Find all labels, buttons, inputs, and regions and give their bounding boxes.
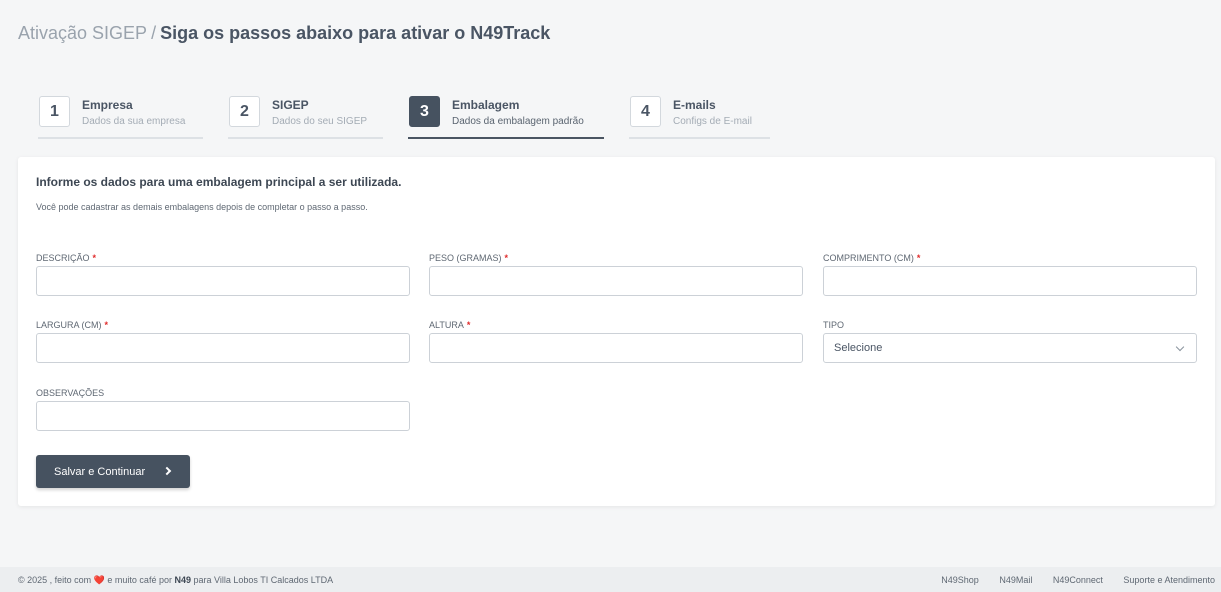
step-subtitle: Configs de E-mail [673, 116, 752, 127]
form-heading: Informe os dados para uma embalagem prin… [36, 175, 402, 189]
step-emails[interactable]: 4 E-mails Configs de E-mail [629, 96, 770, 139]
footer-links: N49Shop N49Mail N49Connect Suporte e Ate… [923, 575, 1215, 585]
step-subtitle: Dados da sua empresa [82, 116, 186, 127]
step-subtitle: Dados da embalagem padrão [452, 116, 584, 127]
descricao-input[interactable] [36, 266, 410, 296]
required-mark: * [466, 320, 471, 330]
save-continue-label: Salvar e Continuar [54, 465, 146, 478]
packaging-form-card: Informe os dados para uma embalagem prin… [18, 157, 1215, 506]
tipo-field-group: TIPO Selecione [823, 320, 1197, 363]
comprimento-label: COMPRIMENTO (CM) * [823, 253, 921, 263]
altura-label: ALTURA * [429, 320, 471, 330]
altura-field-group: ALTURA * [429, 320, 803, 363]
footer-link-n49mail[interactable]: N49Mail [999, 575, 1032, 585]
save-continue-button[interactable]: Salvar e Continuar [36, 455, 190, 488]
observacoes-label: OBSERVAÇÕES [36, 388, 105, 398]
comprimento-input[interactable] [823, 266, 1197, 296]
altura-input[interactable] [429, 333, 803, 363]
peso-label: PESO (GRAMAS) * [429, 253, 509, 263]
footer-brand: N49 [174, 575, 191, 585]
breadcrumb-separator: / [151, 23, 157, 43]
required-mark: * [916, 253, 921, 263]
step-title: Embalagem [452, 98, 520, 112]
largura-field-group: LARGURA (CM) * [36, 320, 410, 363]
required-mark: * [504, 253, 509, 263]
observacoes-field-group: OBSERVAÇÕES [36, 388, 410, 431]
step-empresa[interactable]: 1 Empresa Dados da sua empresa [38, 96, 203, 139]
step-number: 3 [409, 96, 440, 127]
step-number: 2 [229, 96, 260, 127]
required-mark: * [92, 253, 97, 263]
step-title: SIGEP [272, 98, 309, 112]
step-embalagem[interactable]: 3 Embalagem Dados da embalagem padrão [408, 96, 604, 139]
peso-field-group: PESO (GRAMAS) * [429, 253, 803, 296]
footer-link-n49connect[interactable]: N49Connect [1053, 575, 1103, 585]
tipo-select[interactable]: Selecione [823, 333, 1197, 363]
step-title: Empresa [82, 98, 133, 112]
tipo-label: TIPO [823, 320, 845, 330]
page-heading: Siga os passos abaixo para ativar o N49T… [160, 23, 551, 43]
descricao-field-group: DESCRIÇÃO * [36, 253, 410, 296]
chevron-right-icon [162, 466, 172, 476]
chevron-down-icon [1175, 342, 1185, 351]
footer: © 2025 , feito com ❤️ e muito café por N… [0, 567, 1221, 592]
largura-label: LARGURA (CM) * [36, 320, 109, 330]
step-subtitle: Dados do seu SIGEP [272, 116, 368, 127]
comprimento-field-group: COMPRIMENTO (CM) * [823, 253, 1197, 296]
descricao-label: DESCRIÇÃO * [36, 253, 97, 263]
step-sigep[interactable]: 2 SIGEP Dados do seu SIGEP [228, 96, 383, 139]
step-number: 4 [630, 96, 661, 127]
heart-icon: ❤️ [93, 575, 105, 585]
observacoes-input[interactable] [36, 401, 410, 431]
footer-credits: © 2025 , feito com ❤️ e muito café por N… [18, 575, 334, 585]
form-subheading: Você pode cadastrar as demais embalagens… [36, 202, 368, 212]
breadcrumb[interactable]: Ativação SIGEP [18, 23, 147, 43]
required-mark: * [104, 320, 109, 330]
footer-link-suporte[interactable]: Suporte e Atendimento [1123, 575, 1215, 585]
step-title: E-mails [673, 98, 716, 112]
tipo-selected-value: Selecione [834, 342, 883, 354]
step-number: 1 [39, 96, 70, 127]
peso-input[interactable] [429, 266, 803, 296]
footer-link-n49shop[interactable]: N49Shop [941, 575, 979, 585]
largura-input[interactable] [36, 333, 410, 363]
page-title: Ativação SIGEP / Siga os passos abaixo par… [18, 23, 550, 44]
